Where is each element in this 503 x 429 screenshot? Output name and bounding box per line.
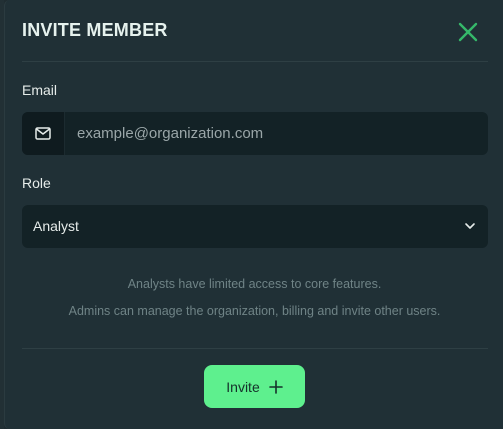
- modal-title: INVITE MEMBER: [22, 20, 168, 40]
- invite-button-label: Invite: [226, 378, 260, 395]
- footer-divider: [22, 348, 488, 349]
- invite-member-modal: INVITE MEMBER Email Role Analyst Analyst…: [4, 0, 503, 429]
- role-help-analyst: Analysts have limited access to core fea…: [127, 277, 382, 291]
- role-label: Role: [22, 175, 51, 191]
- close-button[interactable]: [456, 20, 480, 44]
- modal-header: INVITE MEMBER: [5, 0, 503, 62]
- chevron-down-icon: [465, 223, 475, 229]
- header-divider: [22, 61, 488, 62]
- role-select[interactable]: Analyst: [22, 205, 488, 248]
- plus-icon: [268, 379, 283, 394]
- role-help-admin: Admins can manage the organization, bill…: [68, 304, 441, 318]
- mail-icon: [35, 127, 51, 140]
- email-field-group: [22, 112, 488, 155]
- close-icon: [458, 22, 478, 42]
- email-label: Email: [22, 82, 58, 98]
- role-selected-value: Analyst: [33, 218, 79, 234]
- email-icon-container: [22, 112, 65, 155]
- email-input[interactable]: [66, 112, 488, 155]
- invite-button[interactable]: Invite: [204, 365, 305, 408]
